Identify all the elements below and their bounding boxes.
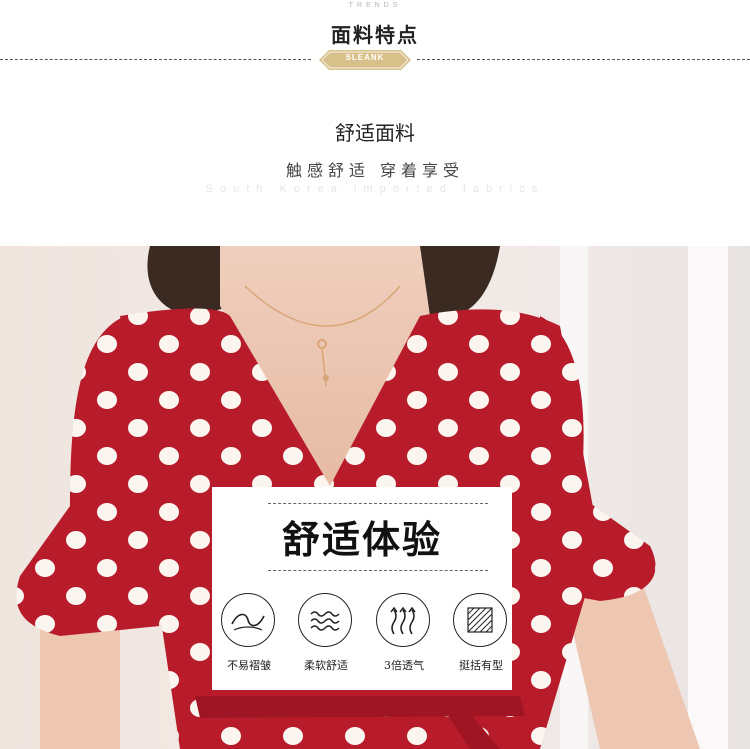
fabric-subtitle: South Korea imported fabrics — [205, 183, 545, 195]
feature-breathable — [376, 593, 432, 649]
card-title: 舒适体验 — [281, 518, 442, 562]
feature-label: 不易褶皱 — [227, 659, 271, 672]
section-title: 面料特点 — [331, 23, 419, 47]
feature-label: 柔软舒适 — [304, 659, 348, 672]
feature-soft — [298, 593, 354, 649]
card-divider-bottom — [268, 570, 488, 571]
feature-wrinkle-free — [221, 593, 277, 649]
feature-stiff — [453, 593, 509, 649]
stiff-fabric-icon — [453, 593, 507, 647]
fabric-tagline: 触感舒适 穿着享受 — [285, 161, 465, 180]
fabric-heading: 舒适面料 — [335, 121, 415, 145]
header-divider-right — [417, 59, 750, 60]
wrinkle-free-icon — [221, 593, 275, 647]
feature-label: 3倍透气 — [384, 659, 424, 672]
breathable-icon — [376, 593, 430, 647]
badge-label: SLEANK — [345, 53, 385, 62]
section-kicker: TRENDS — [348, 2, 402, 9]
card-divider-top — [268, 503, 488, 504]
soft-wave-icon — [298, 593, 352, 647]
header-divider-left — [0, 59, 311, 60]
feature-label: 挺括有型 — [459, 659, 503, 672]
